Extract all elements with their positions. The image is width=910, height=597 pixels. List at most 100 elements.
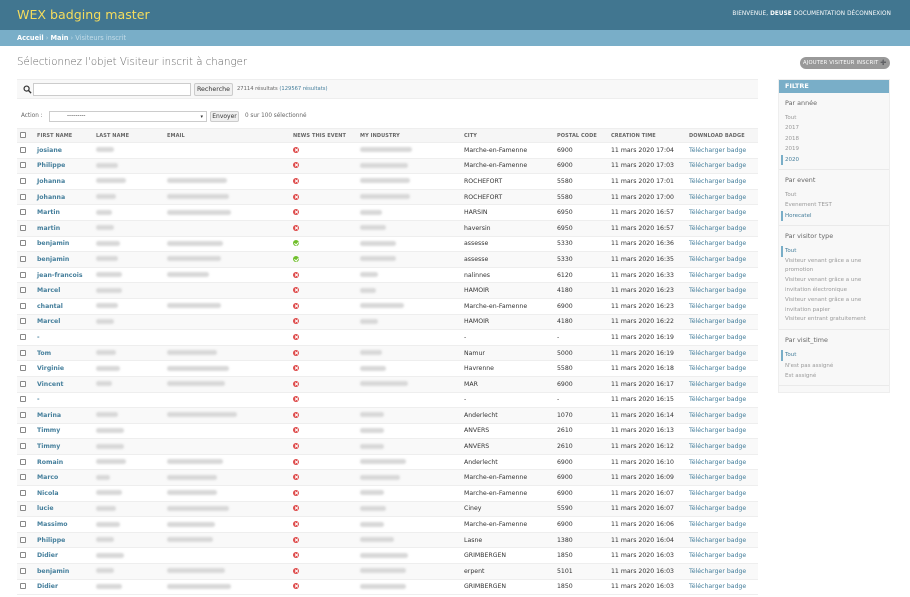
- total-count-link[interactable]: (129567 résultats): [279, 86, 327, 92]
- column-header-news[interactable]: NEWS THIS EVENT: [290, 128, 357, 143]
- row-checkbox[interactable]: [20, 209, 26, 216]
- filter-option[interactable]: Visiteur venant grâce a une invitation p…: [785, 296, 883, 316]
- filter-option[interactable]: Visiteur venant grâce a une invitation é…: [785, 276, 883, 296]
- first-name-link[interactable]: Didier: [37, 552, 58, 559]
- breadcrumb-app[interactable]: Main: [50, 34, 68, 42]
- first-name-link[interactable]: jean-francois: [37, 272, 83, 279]
- filter-option[interactable]: N'est pas assigné: [785, 361, 883, 371]
- first-name-link[interactable]: Philippe: [37, 537, 65, 544]
- download-badge-link[interactable]: Télécharger badge: [686, 438, 758, 455]
- breadcrumb-home[interactable]: Accueil: [17, 34, 44, 42]
- row-checkbox[interactable]: [20, 521, 26, 528]
- filter-option[interactable]: 2018: [785, 134, 883, 144]
- row-checkbox[interactable]: [20, 396, 26, 403]
- first-name-link[interactable]: lucie: [37, 505, 54, 512]
- download-badge-link[interactable]: Télécharger badge: [686, 173, 758, 190]
- first-name-link[interactable]: -: [37, 334, 40, 341]
- download-badge-link[interactable]: Télécharger badge: [686, 282, 758, 299]
- row-checkbox[interactable]: [20, 474, 26, 481]
- row-checkbox[interactable]: [20, 411, 26, 418]
- column-header-first-name[interactable]: FIRST NAME: [34, 128, 93, 143]
- column-header-creation-time[interactable]: CREATION TIME: [608, 128, 686, 143]
- first-name-link[interactable]: Timmy: [37, 443, 60, 450]
- download-badge-link[interactable]: Télécharger badge: [686, 501, 758, 518]
- row-checkbox[interactable]: [20, 333, 26, 340]
- filter-option[interactable]: Visiteur venant grâce a une promotion: [785, 257, 883, 277]
- first-name-link[interactable]: Timmy: [37, 427, 60, 434]
- row-checkbox[interactable]: [20, 536, 26, 543]
- download-badge-link[interactable]: Télécharger badge: [686, 579, 758, 596]
- row-checkbox[interactable]: [20, 567, 26, 574]
- first-name-link[interactable]: chantal: [37, 303, 63, 310]
- filter-option[interactable]: 2019: [785, 144, 883, 154]
- column-header-postal-code[interactable]: POSTAL CODE: [554, 128, 608, 143]
- row-checkbox[interactable]: [20, 271, 26, 278]
- filter-option[interactable]: Tout: [781, 246, 883, 257]
- column-header-last-name[interactable]: LAST NAME: [93, 128, 164, 143]
- action-select[interactable]: --------- ▾: [49, 111, 207, 122]
- first-name-link[interactable]: benjamin: [37, 240, 69, 247]
- first-name-link[interactable]: benjamin: [37, 568, 69, 575]
- download-badge-link[interactable]: Télécharger badge: [686, 423, 758, 440]
- first-name-link[interactable]: Johanna: [37, 178, 65, 185]
- download-badge-link[interactable]: Télécharger badge: [686, 298, 758, 315]
- filter-option[interactable]: 2017: [785, 123, 883, 133]
- first-name-link[interactable]: martin: [37, 225, 60, 232]
- download-badge-link[interactable]: Télécharger badge: [686, 547, 758, 565]
- row-checkbox[interactable]: [20, 427, 26, 434]
- search-button[interactable]: Recherche: [194, 83, 233, 96]
- first-name-link[interactable]: Didier: [37, 583, 58, 590]
- row-checkbox[interactable]: [20, 255, 26, 262]
- first-name-link[interactable]: Philippe: [37, 162, 65, 169]
- row-checkbox[interactable]: [20, 458, 26, 465]
- filter-option[interactable]: Tout: [785, 190, 883, 200]
- download-badge-link[interactable]: Télécharger badge: [686, 314, 758, 331]
- column-header-email[interactable]: EMAIL: [164, 128, 290, 143]
- first-name-link[interactable]: -: [37, 396, 40, 403]
- download-badge-link[interactable]: Télécharger badge: [686, 251, 758, 268]
- download-badge-link[interactable]: Télécharger badge: [686, 236, 758, 253]
- go-button[interactable]: Envoyer: [210, 111, 239, 122]
- first-name-link[interactable]: Tom: [37, 350, 51, 357]
- download-badge-link[interactable]: Télécharger badge: [686, 516, 758, 533]
- first-name-link[interactable]: Marco: [37, 474, 58, 481]
- first-name-link[interactable]: Virginie: [37, 365, 64, 372]
- column-header-city[interactable]: CITY: [461, 128, 554, 143]
- row-checkbox[interactable]: [20, 443, 26, 450]
- select-all-checkbox[interactable]: [20, 132, 26, 139]
- column-header-industry[interactable]: MY INDUSTRY: [357, 128, 461, 143]
- first-name-link[interactable]: josiane: [37, 147, 62, 154]
- filter-option[interactable]: 2020: [781, 154, 883, 166]
- add-visitor-button[interactable]: AJOUTER VISITEUR INSCRIT ➕: [800, 57, 890, 69]
- first-name-link[interactable]: Massimo: [37, 521, 68, 528]
- download-badge-link[interactable]: Télécharger badge: [686, 360, 758, 377]
- row-checkbox[interactable]: [20, 583, 26, 590]
- logout-link[interactable]: DÉCONNEXION: [847, 11, 891, 17]
- row-checkbox[interactable]: [20, 505, 26, 512]
- site-brand[interactable]: WEX badging master: [17, 7, 150, 22]
- first-name-link[interactable]: Nicola: [37, 490, 59, 497]
- download-badge-link[interactable]: Télécharger badge: [686, 158, 758, 175]
- first-name-link[interactable]: Romain: [37, 459, 63, 466]
- download-badge-link[interactable]: Télécharger badge: [686, 376, 758, 393]
- download-badge-link[interactable]: Télécharger badge: [686, 485, 758, 502]
- row-checkbox[interactable]: [20, 349, 26, 356]
- row-checkbox[interactable]: [20, 489, 26, 496]
- row-checkbox[interactable]: [20, 146, 26, 153]
- filter-option[interactable]: Tout: [781, 350, 883, 361]
- first-name-link[interactable]: Johanna: [37, 194, 65, 201]
- download-badge-link[interactable]: Télécharger badge: [686, 345, 758, 362]
- row-checkbox[interactable]: [20, 380, 26, 387]
- filter-option[interactable]: Horecatel: [781, 210, 883, 222]
- row-checkbox[interactable]: [20, 365, 26, 372]
- row-checkbox[interactable]: [20, 162, 26, 169]
- download-badge-link[interactable]: Télécharger badge: [686, 329, 758, 346]
- row-checkbox[interactable]: [20, 318, 26, 325]
- download-badge-link[interactable]: Télécharger badge: [686, 204, 758, 221]
- download-badge-link[interactable]: Télécharger badge: [686, 267, 758, 284]
- filter-option[interactable]: Evenement TEST: [785, 200, 883, 210]
- search-input[interactable]: [33, 83, 191, 96]
- download-badge-link[interactable]: Télécharger badge: [686, 454, 758, 471]
- row-checkbox[interactable]: [20, 193, 26, 200]
- filter-option[interactable]: Tout: [785, 113, 883, 123]
